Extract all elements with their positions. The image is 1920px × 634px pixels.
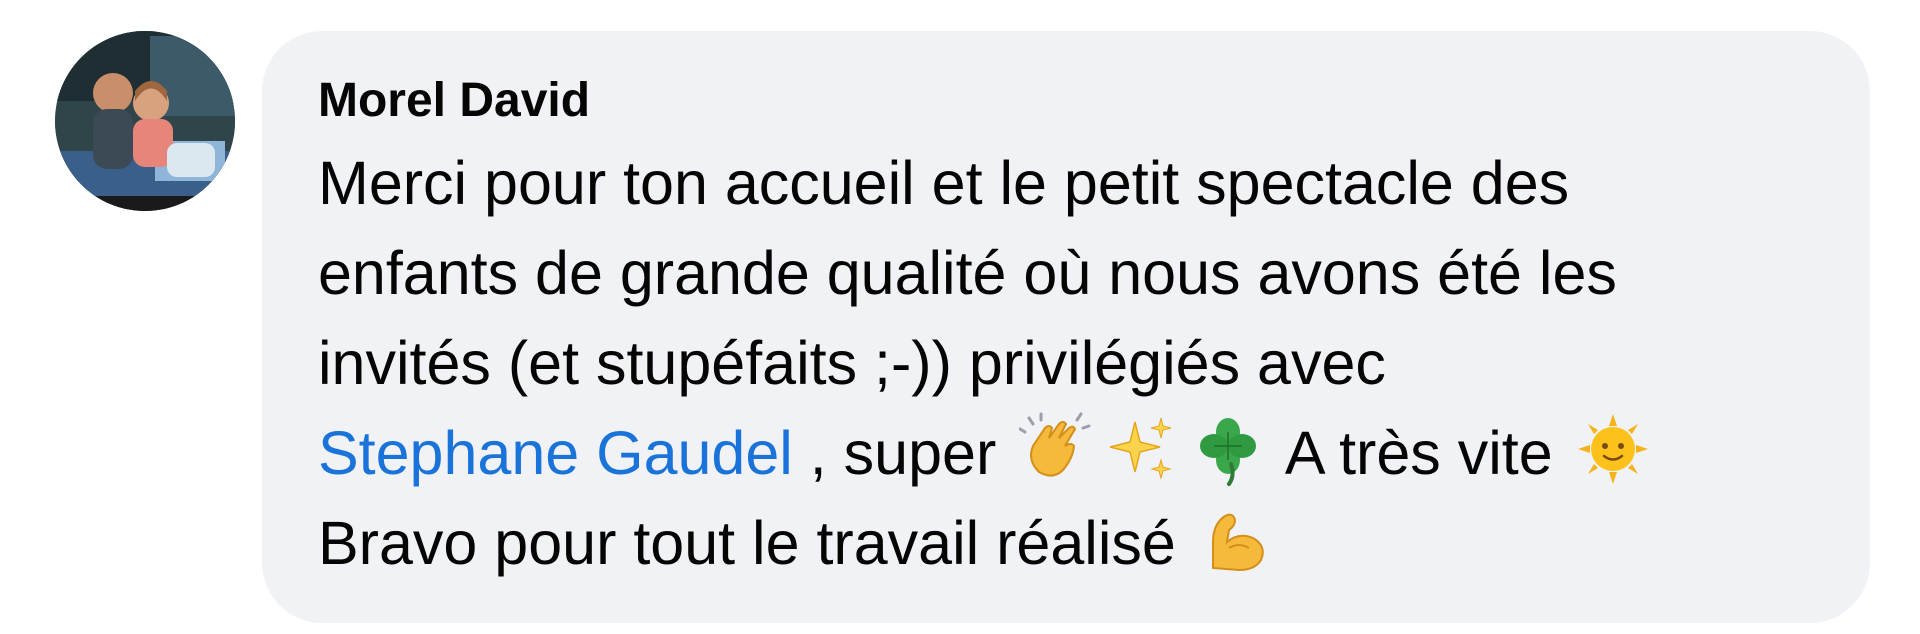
- comment-bubble: Morel David Merci pour ton accueil et le…: [262, 31, 1870, 623]
- comment-line-2: enfants de grande qualité où nous avons …: [318, 239, 1617, 307]
- profile-photo-icon: [55, 31, 235, 211]
- sparkles-emoji-icon: [1105, 412, 1179, 486]
- after-emojis-text: A très vite: [1284, 419, 1553, 487]
- comment-line-3: invités (et stupéfaits ;-)) privilégiés …: [318, 329, 1386, 397]
- author-name[interactable]: Morel David: [318, 71, 1812, 131]
- comment-row: Morel David Merci pour ton accueil et le…: [0, 0, 1920, 634]
- comment-line-1: Merci pour ton accueil et le petit spect…: [318, 149, 1570, 217]
- comment-line-5: Bravo pour tout le travail réalisé: [318, 498, 1812, 588]
- mention-link[interactable]: Stephane Gaudel: [318, 419, 793, 487]
- comment-line-4: Stephane Gaudel , super A très vite: [318, 408, 1812, 498]
- sun-with-face-emoji-icon: [1576, 412, 1650, 486]
- comment-line-5-text: Bravo pour tout le travail réalisé: [318, 509, 1176, 577]
- after-mention-text: , super: [792, 419, 997, 487]
- four-leaf-clover-emoji-icon: [1191, 412, 1265, 486]
- avatar[interactable]: [55, 31, 235, 211]
- flexed-biceps-emoji-icon: [1199, 502, 1273, 576]
- clapping-hands-emoji-icon: [1019, 412, 1093, 486]
- comment-text: Merci pour ton accueil et le petit spect…: [318, 138, 1812, 588]
